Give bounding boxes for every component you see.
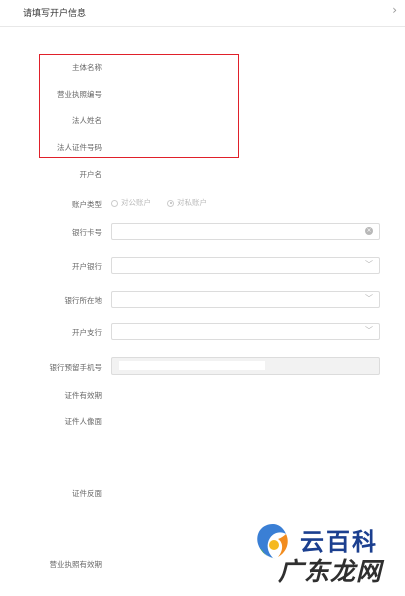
chevron-down-icon: ﹀ <box>365 260 373 269</box>
watermark: 云百科 广东龙网 <box>248 516 398 586</box>
id-back-label: 证件反面 <box>72 489 102 498</box>
radio-personal-label: 对私账户 <box>177 198 207 207</box>
chevron-right-icon[interactable]: › <box>392 3 397 17</box>
bank-select[interactable]: ﹀ <box>111 257 380 274</box>
bank-location-label: 银行所在地 <box>64 296 103 305</box>
reserved-phone-label: 银行预留手机号 <box>49 363 103 372</box>
legal-id-label: 法人证件号码 <box>57 143 102 152</box>
clear-icon[interactable]: × <box>365 227 373 235</box>
id-front-label: 证件人像面 <box>64 417 103 426</box>
page-header: 请填写开户信息 › <box>0 0 405 27</box>
radio-circle-icon <box>111 199 118 207</box>
branch-select[interactable]: ﹀ <box>111 323 380 340</box>
page-title: 请填写开户信息 <box>23 9 87 19</box>
branch-label: 开户支行 <box>72 328 102 337</box>
license-validity-label: 营业执照有效期 <box>49 560 103 569</box>
subject-name-label: 主体名称 <box>72 63 102 72</box>
account-name-label: 开户名 <box>79 170 103 179</box>
chevron-down-icon: ﹀ <box>365 326 373 335</box>
radio-personal-account[interactable]: 对私账户 <box>167 197 207 208</box>
phone-value-mask <box>119 361 265 370</box>
radio-corporate-label: 对公账户 <box>121 198 151 207</box>
watermark-text-bottom: 广东龙网 <box>278 557 383 586</box>
reserved-phone-input[interactable] <box>111 357 380 375</box>
chevron-down-icon: ﹀ <box>365 294 373 303</box>
id-validity-label: 证件有效期 <box>64 391 103 400</box>
account-type-label: 账户类型 <box>72 200 102 209</box>
radio-checked-icon <box>167 199 174 207</box>
bank-card-input[interactable]: × <box>111 223 380 240</box>
bank-label: 开户银行 <box>72 262 102 271</box>
license-number-label: 营业执照编号 <box>57 90 102 99</box>
radio-corporate-account[interactable]: 对公账户 <box>111 197 151 208</box>
bank-location-select[interactable]: ﹀ <box>111 291 380 308</box>
bank-card-label: 银行卡号 <box>72 228 102 237</box>
legal-name-label: 法人姓名 <box>72 116 102 125</box>
